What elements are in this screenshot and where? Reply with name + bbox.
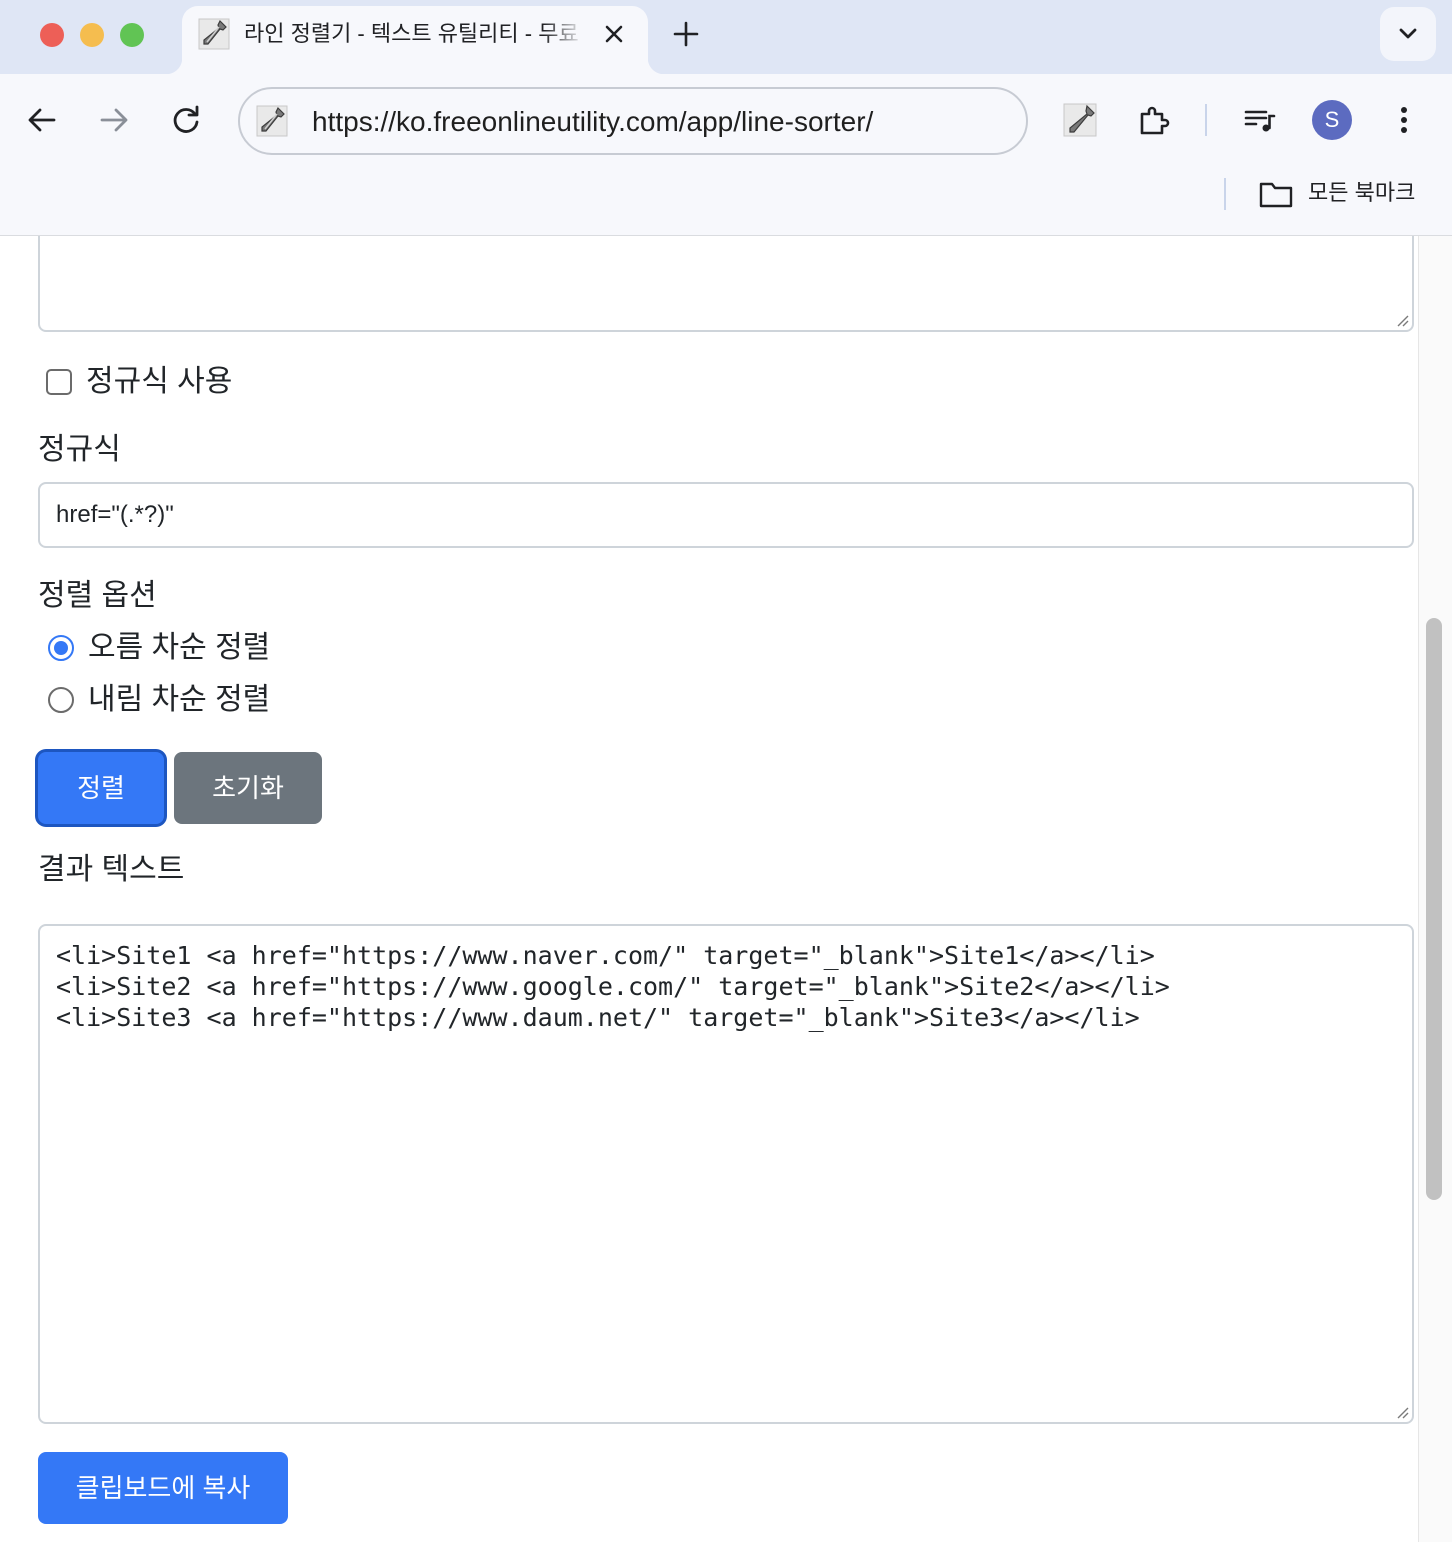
- sort-descending-label: 내림 차순 정렬: [88, 683, 271, 716]
- resize-grip-icon[interactable]: [1394, 312, 1410, 328]
- use-regex-checkbox[interactable]: [46, 369, 72, 395]
- profile-avatar[interactable]: S: [1312, 100, 1352, 140]
- result-textarea[interactable]: <li>Site1 <a href="https://www.naver.com…: [38, 924, 1414, 1424]
- wrench-favicon-icon: [198, 18, 230, 50]
- folder-icon[interactable]: [1258, 178, 1294, 210]
- regex-input[interactable]: [38, 482, 1414, 548]
- reset-button[interactable]: 초기화: [174, 752, 322, 824]
- back-arrow-icon[interactable]: [24, 102, 60, 138]
- close-window-button[interactable]: [40, 23, 64, 47]
- address-bar[interactable]: https://ko.freeonlineutility.com/app/lin…: [238, 87, 1028, 155]
- site-info-favicon-icon[interactable]: [256, 105, 288, 137]
- bookmarks-bar: 모든 북마크: [0, 166, 1452, 236]
- sort-descending-radio[interactable]: [48, 687, 74, 713]
- media-playlist-icon[interactable]: [1242, 102, 1278, 138]
- tab-title: 라인 정렬기 - 텍스트 유틸리티 - 무료 온라인 유틸리티: [244, 21, 584, 46]
- sort-options-label: 정렬 옵션: [38, 579, 157, 612]
- result-text-label: 결과 텍스트: [38, 853, 185, 886]
- sort-ascending-label: 오름 차순 정렬: [88, 631, 271, 664]
- sort-button[interactable]: 정렬: [38, 752, 164, 824]
- sort-ascending-radio[interactable]: [48, 635, 74, 661]
- forward-arrow-icon[interactable]: [96, 102, 132, 138]
- sort-ascending-option[interactable]: 오름 차순 정렬: [48, 628, 270, 668]
- input-textarea[interactable]: [38, 236, 1414, 332]
- use-regex-option[interactable]: 정규식 사용: [46, 362, 232, 402]
- sort-descending-option[interactable]: 내림 차순 정렬: [48, 680, 270, 720]
- all-bookmarks-link[interactable]: 모든 북마크: [1308, 178, 1415, 208]
- page-viewport: 정규식 사용 정규식 정렬 옵션 오름 차순 정렬 내림 차순 정렬 정렬 초기…: [0, 236, 1452, 1542]
- active-tab[interactable]: 라인 정렬기 - 텍스트 유틸리티 - 무료 온라인 유틸리티: [166, 6, 664, 74]
- tab-strip: 라인 정렬기 - 텍스트 유틸리티 - 무료 온라인 유틸리티: [0, 0, 1452, 74]
- zoom-window-button[interactable]: [120, 23, 144, 47]
- site-extension-wrench-icon[interactable]: [1062, 102, 1098, 138]
- browser-toolbar: https://ko.freeonlineutility.com/app/lin…: [0, 74, 1452, 166]
- toolbar-separator: [1205, 104, 1207, 136]
- result-line: <li>Site2 <a href="https://www.google.co…: [56, 972, 1170, 1001]
- close-tab-icon[interactable]: [600, 20, 628, 48]
- tab-search-button[interactable]: [1380, 7, 1436, 61]
- reload-icon[interactable]: [168, 102, 204, 138]
- bookmarks-separator: [1224, 178, 1226, 210]
- minimize-window-button[interactable]: [80, 23, 104, 47]
- new-tab-plus-icon[interactable]: [670, 18, 702, 50]
- use-regex-label: 정규식 사용: [86, 365, 233, 398]
- page-scrollbar-thumb[interactable]: [1426, 618, 1442, 1200]
- chevron-down-icon: [1399, 28, 1417, 39]
- result-line: <li>Site1 <a href="https://www.naver.com…: [56, 941, 1155, 970]
- copy-to-clipboard-button[interactable]: 클립보드에 복사: [38, 1452, 288, 1524]
- extensions-puzzle-icon[interactable]: [1136, 102, 1172, 138]
- result-line: <li>Site3 <a href="https://www.daum.net/…: [56, 1003, 1140, 1032]
- resize-grip-icon[interactable]: [1394, 1404, 1410, 1420]
- regex-label: 정규식: [38, 433, 121, 466]
- more-vert-menu-icon[interactable]: [1390, 102, 1418, 138]
- address-bar-url: https://ko.freeonlineutility.com/app/lin…: [312, 106, 874, 137]
